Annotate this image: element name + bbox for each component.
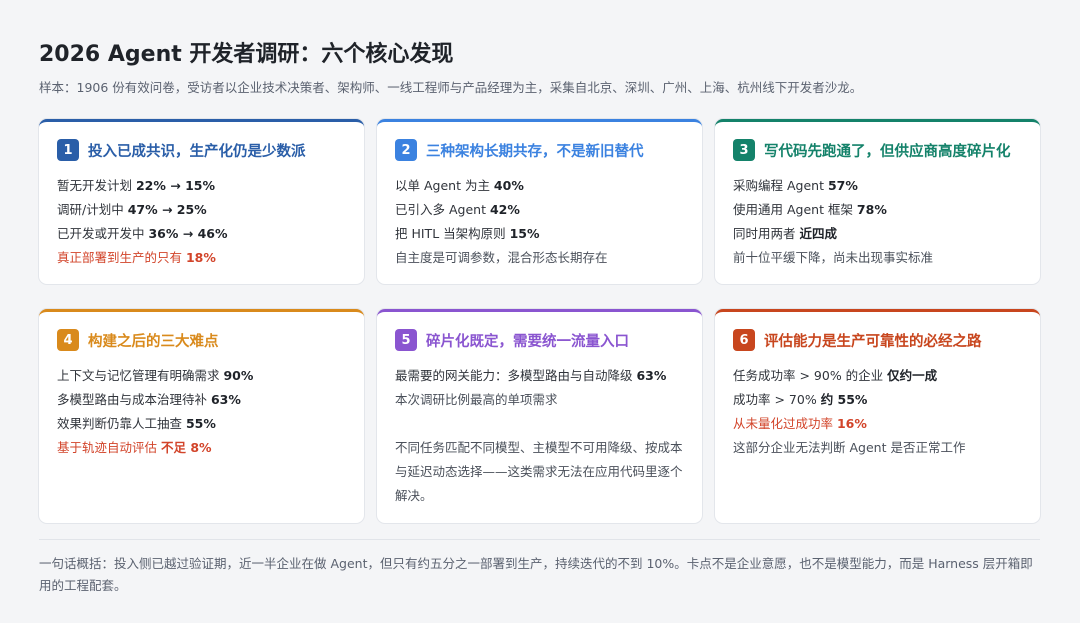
- summary-text: 一句话概括：投入侧已越过验证期，近一半企业在做 Agent，但只有约五分之一部署…: [39, 556, 1033, 593]
- finding-card-2: 2 三种架构长期共存，不是新旧替代 以单 Agent 为主 40% 已引入多 A…: [377, 119, 702, 284]
- card-title: 投入已成共识，生产化仍是少数派: [88, 143, 306, 160]
- finding-card-1: 1 投入已成共识，生产化仍是少数派 暂无开发计划 22% → 15% 调研/计划…: [39, 119, 364, 284]
- card-line: 以单 Agent 为主 40%: [395, 178, 524, 193]
- card-header: 4 构建之后的三大难点: [57, 329, 346, 351]
- card-line-highlight: 基于轨迹自动评估 不足 8%: [57, 440, 212, 455]
- card-line: 采购编程 Agent 57%: [733, 178, 858, 193]
- finding-card-6: 6 评估能力是生产可靠性的必经之路 任务成功率 > 90% 的企业 仅约一成 成…: [715, 309, 1040, 523]
- card-number-badge: 1: [57, 139, 79, 161]
- card-header: 5 碎片化既定，需要统一流量入口: [395, 329, 684, 351]
- card-header: 6 评估能力是生产可靠性的必经之路: [733, 329, 1022, 351]
- finding-card-4: 4 构建之后的三大难点 上下文与记忆管理有明确需求 90% 多模型路由与成本治理…: [39, 309, 364, 523]
- card-header: 1 投入已成共识，生产化仍是少数派: [57, 139, 346, 161]
- card-line: 多模型路由与成本治理待补 63%: [57, 392, 241, 407]
- finding-card-5: 5 碎片化既定，需要统一流量入口 最需要的网关能力：多模型路由与自动降级 63%…: [377, 309, 702, 523]
- card-line: 使用通用 Agent 框架 78%: [733, 202, 887, 217]
- card-line: 把 HITL 当架构原则 15%: [395, 226, 540, 241]
- card-title: 写代码先跑通了，但供应商高度碎片化: [764, 143, 1011, 160]
- card-note: 本次调研比例最高的单项需求: [395, 392, 558, 407]
- page-subtitle: 样本：1906 份有效问卷，受访者以企业技术决策者、架构师、一线工程师与产品经理…: [39, 80, 863, 95]
- page-title: 2026 Agent 开发者调研：六个核心发现: [39, 42, 454, 67]
- card-header: 2 三种架构长期共存，不是新旧替代: [395, 139, 684, 161]
- card-spacer: [395, 412, 684, 436]
- card-number-badge: 5: [395, 329, 417, 351]
- footer-divider: [39, 539, 1040, 540]
- card-paragraph: 不同任务匹配不同模型、主模型不可用降级、按成本与延迟动态选择——这类需求无法在应…: [395, 440, 683, 503]
- card-line: 效果判断仍靠人工抽查 55%: [57, 416, 216, 431]
- finding-card-3: 3 写代码先跑通了，但供应商高度碎片化 采购编程 Agent 57% 使用通用 …: [715, 119, 1040, 284]
- card-title: 评估能力是生产可靠性的必经之路: [764, 333, 982, 350]
- findings-grid: 1 投入已成共识，生产化仍是少数派 暂无开发计划 22% → 15% 调研/计划…: [39, 119, 1040, 523]
- card-number-badge: 4: [57, 329, 79, 351]
- card-line-highlight: 从未量化过成功率 16%: [733, 416, 867, 431]
- card-note: 前十位平缓下降，尚未出现事实标准: [733, 250, 934, 265]
- card-title: 三种架构长期共存，不是新旧替代: [426, 143, 644, 160]
- card-line: 最需要的网关能力：多模型路由与自动降级 63%: [395, 368, 667, 383]
- card-number-badge: 6: [733, 329, 755, 351]
- card-line: 任务成功率 > 90% 的企业 仅约一成: [733, 368, 938, 383]
- card-line: 上下文与记忆管理有明确需求 90%: [57, 368, 254, 383]
- card-title: 碎片化既定，需要统一流量入口: [426, 333, 629, 350]
- card-line: 已引入多 Agent 42%: [395, 202, 520, 217]
- card-title: 构建之后的三大难点: [88, 333, 219, 350]
- card-number-badge: 2: [395, 139, 417, 161]
- card-note: 自主度是可调参数，混合形态长期存在: [395, 250, 608, 265]
- card-line: 成功率 > 70% 约 55%: [733, 392, 868, 407]
- card-line: 调研/计划中 47% → 25%: [57, 202, 207, 217]
- card-line: 暂无开发计划 22% → 15%: [57, 178, 216, 193]
- card-line-highlight: 真正部署到生产的只有 18%: [57, 250, 216, 265]
- card-line: 已开发或开发中 36% → 46%: [57, 226, 228, 241]
- card-number-badge: 3: [733, 139, 755, 161]
- card-line: 同时用两者 近四成: [733, 226, 837, 241]
- card-note: 这部分企业无法判断 Agent 是否正常工作: [733, 440, 966, 455]
- card-header: 3 写代码先跑通了，但供应商高度碎片化: [733, 139, 1022, 161]
